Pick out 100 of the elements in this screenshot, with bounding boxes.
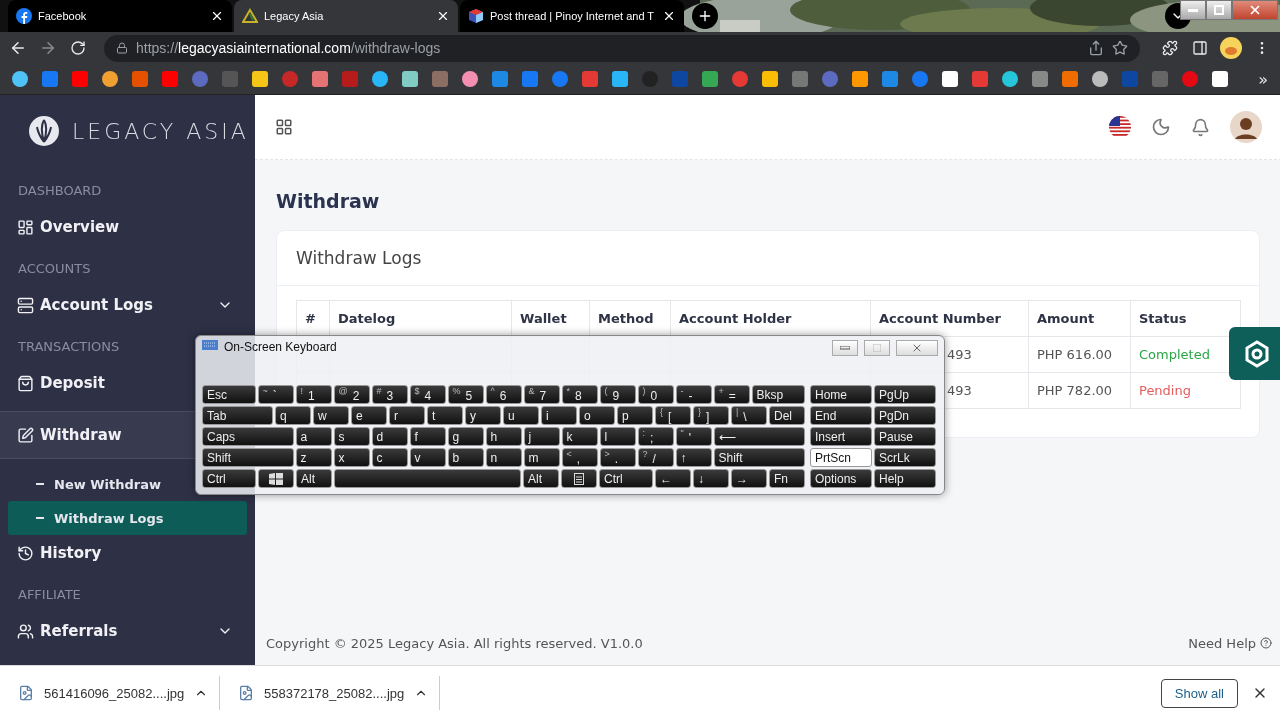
keyboard-key[interactable]: z (295, 448, 332, 467)
bookmarks-overflow[interactable]: » (1258, 69, 1268, 89)
site-icon[interactable] (732, 71, 748, 87)
share-icon[interactable] (1088, 40, 1104, 56)
keyboard-key[interactable]: + = (713, 385, 750, 404)
keyboard-key[interactable]: < , (561, 448, 598, 467)
apps-grid-icon[interactable] (275, 118, 293, 136)
keyboard-key[interactable]: t (427, 406, 463, 425)
keyboard-key[interactable]: ⟵ (713, 427, 805, 446)
keyboard-key[interactable]: PgDn (874, 406, 936, 425)
keyboard-key[interactable]: PgUp (874, 385, 936, 404)
site-icon[interactable] (552, 71, 568, 87)
keyboard-key[interactable]: c (371, 448, 408, 467)
keyboard-key[interactable]: End (810, 406, 872, 425)
nav-item[interactable]: History (0, 535, 255, 571)
minimize-button[interactable] (1180, 0, 1206, 20)
keyboard-key[interactable]: ← (655, 469, 691, 488)
keyboard-key[interactable]: $ 4 (409, 385, 446, 404)
keyboard-key[interactable]: Alt (523, 469, 559, 488)
keyboard-key[interactable]: n (485, 448, 522, 467)
keyboard-key[interactable]: o (579, 406, 615, 425)
keyboard-key[interactable]: Caps (202, 427, 294, 446)
side-panel-button[interactable] (1190, 38, 1210, 58)
user-avatar[interactable] (1230, 111, 1262, 143)
keyboard-key[interactable]: p (617, 406, 653, 425)
keyboard-key[interactable]: Help (874, 469, 936, 488)
site-icon[interactable] (912, 71, 928, 87)
flag-icon[interactable] (1109, 116, 1131, 138)
site-icon[interactable] (102, 71, 118, 87)
keyboard-key[interactable]: y (465, 406, 501, 425)
settings-float-button[interactable] (1229, 327, 1280, 380)
keyboard-key[interactable]: s (333, 427, 370, 446)
site-icon[interactable] (12, 71, 28, 87)
keyboard-key[interactable]: Del (769, 406, 805, 425)
bell-icon[interactable] (1191, 117, 1210, 137)
keyboard-key[interactable]: " ' (675, 427, 712, 446)
keyboard-key[interactable]: Ctrl (599, 469, 653, 488)
keyboard-key[interactable]: Shift (202, 448, 294, 467)
maximize-button[interactable] (864, 340, 890, 356)
keyboard-key[interactable]: Tab (202, 406, 273, 425)
browser-tab[interactable]: Facebook (8, 0, 232, 32)
keyboard-key[interactable] (258, 469, 294, 488)
keyboard-key[interactable]: l (599, 427, 636, 446)
close-icon[interactable] (662, 9, 676, 23)
browser-tab[interactable]: Post thread | Pinoy Internet and T (460, 0, 684, 32)
nav-item[interactable]: Overview (0, 209, 255, 245)
keyboard-key[interactable]: > . (599, 448, 636, 467)
site-icon[interactable] (462, 71, 478, 87)
sub-nav-item[interactable]: Withdraw Logs (8, 501, 247, 535)
keyboard-key[interactable]: ↑ (675, 448, 712, 467)
keyboard-key[interactable]: g (447, 427, 484, 446)
keyboard-key[interactable]: h (485, 427, 522, 446)
keyboard-key[interactable]: m (523, 448, 560, 467)
keyboard-key[interactable]: Insert (810, 427, 872, 446)
bookmark-star-icon[interactable] (1112, 40, 1128, 56)
keyboard-key[interactable]: Bksp (751, 385, 805, 404)
site-icon[interactable] (372, 71, 388, 87)
keyboard-key[interactable] (561, 469, 597, 488)
keyboard-key[interactable]: d (371, 427, 408, 446)
keyboard-key[interactable]: ! 1 (295, 385, 332, 404)
keyboard-key[interactable]: ( 9 (599, 385, 636, 404)
keyboard-key[interactable]: # 3 (371, 385, 408, 404)
close-icon[interactable] (210, 9, 224, 23)
keyboard-key[interactable]: Pause (874, 427, 936, 446)
keyboard-key[interactable]: ↓ (693, 469, 729, 488)
close-button[interactable] (896, 340, 938, 356)
keyboard-key[interactable]: f (409, 427, 446, 446)
keyboard-key[interactable]: Esc (202, 385, 256, 404)
keyboard-key[interactable] (334, 469, 521, 488)
keyboard-key[interactable]: { [ (655, 406, 691, 425)
keyboard-key[interactable]: ) 0 (637, 385, 674, 404)
nav-item[interactable]: Account Logs (0, 287, 255, 323)
site-icon[interactable] (1002, 71, 1018, 87)
keyboard-key[interactable]: u (503, 406, 539, 425)
keyboard-key[interactable]: r (389, 406, 425, 425)
keyboard-key[interactable]: % 5 (447, 385, 484, 404)
keyboard-key[interactable]: k (561, 427, 598, 446)
close-icon[interactable] (436, 9, 450, 23)
close-window-button[interactable] (1232, 0, 1278, 20)
keyboard-key[interactable]: Options (810, 469, 872, 488)
minimize-button[interactable] (832, 340, 858, 356)
keyboard-key[interactable]: PrtScn (810, 448, 872, 467)
download-item[interactable]: 558372178_25082....jpg (220, 676, 440, 710)
keyboard-key[interactable]: Home (810, 385, 872, 404)
profile-avatar[interactable] (1220, 37, 1242, 59)
keyboard-key[interactable]: & 7 (523, 385, 560, 404)
download-item[interactable]: 561416096_25082....jpg (0, 676, 220, 710)
maximize-button[interactable] (1206, 0, 1232, 20)
keyboard-key[interactable]: @ 2 (333, 385, 370, 404)
keyboard-key[interactable]: ~ ` (257, 385, 294, 404)
show-all-button[interactable]: Show all (1160, 678, 1238, 708)
reload-button[interactable] (68, 38, 88, 58)
keyboard-key[interactable]: Shift (713, 448, 805, 467)
keyboard-key[interactable]: ^ 6 (485, 385, 522, 404)
keyboard-key[interactable]: e (351, 406, 387, 425)
keyboard-key[interactable]: b (447, 448, 484, 467)
keyboard-key[interactable]: | \ (731, 406, 767, 425)
help-link[interactable]: Need Help (1188, 635, 1272, 651)
moon-icon[interactable] (1151, 117, 1171, 137)
keyboard-key[interactable]: v (409, 448, 446, 467)
